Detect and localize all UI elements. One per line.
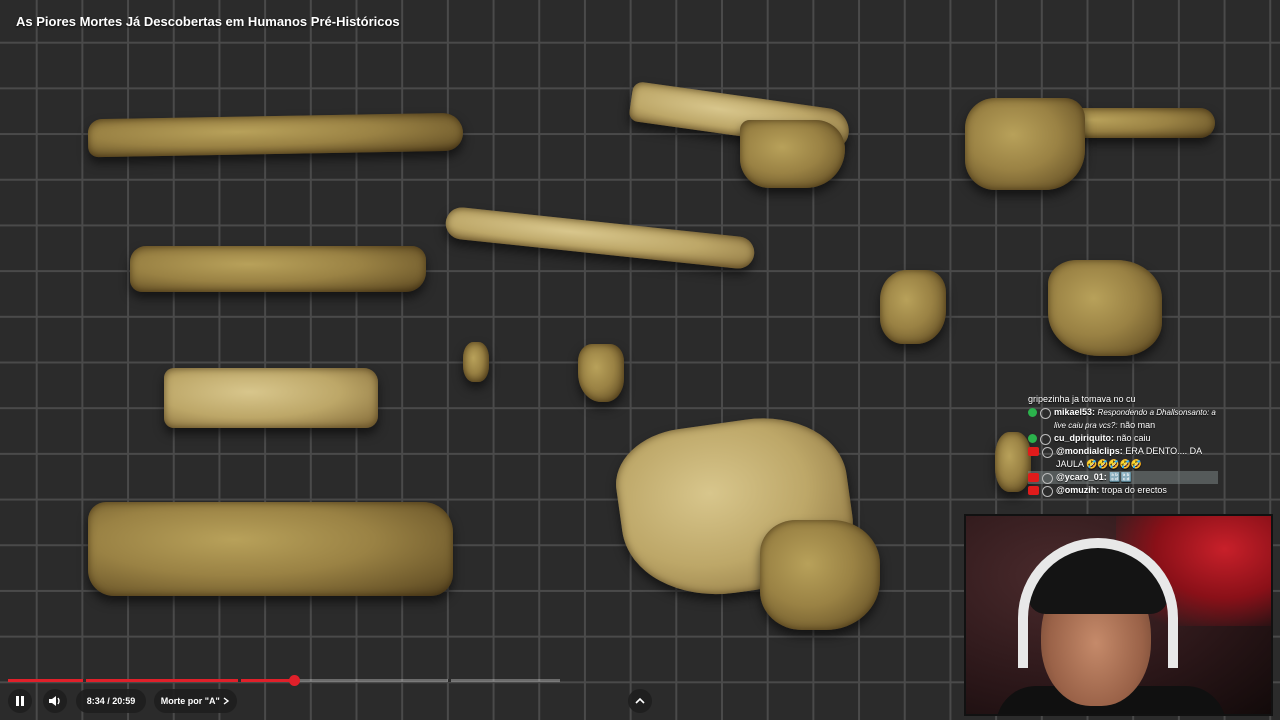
time-separator: / xyxy=(107,696,110,706)
pause-icon xyxy=(16,696,24,706)
youtube-icon xyxy=(1028,473,1039,482)
fossil-bone xyxy=(740,120,845,188)
time-current: 8:34 xyxy=(86,696,105,706)
avatar xyxy=(1042,447,1053,458)
chat-username: @omuzih: xyxy=(1056,485,1100,495)
live-chat: gripezinha ja tomava no cu mikael53: Res… xyxy=(1028,393,1218,513)
avatar xyxy=(1042,473,1053,484)
subscriber-badge-icon xyxy=(1028,434,1037,443)
chat-message: @omuzih: tropa do erectos xyxy=(1028,484,1218,497)
expand-button[interactable] xyxy=(628,689,652,713)
chat-username: @mondialclips: xyxy=(1056,446,1123,456)
person-icon xyxy=(1040,434,1051,445)
progress-bar[interactable] xyxy=(8,675,560,686)
chapter-marker xyxy=(83,679,86,682)
pause-button[interactable] xyxy=(8,689,32,713)
chevron-up-icon xyxy=(635,697,645,704)
progress-scrubber[interactable] xyxy=(289,675,300,686)
time-total: 20:59 xyxy=(112,696,136,706)
chapter-label: Morte por "A" xyxy=(160,696,220,706)
chat-username: mikael53: xyxy=(1054,407,1096,417)
subscriber-badge-icon xyxy=(1028,408,1037,417)
streamer-webcam xyxy=(964,514,1273,716)
video-title: As Piores Mortes Já Descobertas em Human… xyxy=(16,14,400,29)
fossil-bone xyxy=(88,502,453,596)
chat-text: tropa do erectos xyxy=(1101,485,1167,495)
chapter-marker xyxy=(448,679,451,682)
chapter-button[interactable]: Morte por "A" xyxy=(154,689,237,713)
youtube-icon xyxy=(1028,447,1039,456)
fossil-bone xyxy=(760,520,880,630)
chat-message: @ycaro_01: 🔡🔡 xyxy=(1028,471,1218,484)
chat-text: não man xyxy=(1120,420,1156,430)
volume-icon xyxy=(49,696,60,706)
progress-played xyxy=(8,679,294,682)
avatar xyxy=(1042,486,1053,497)
chat-text: não caiu xyxy=(1116,433,1151,443)
fossil-bone xyxy=(130,246,426,292)
person-icon xyxy=(1040,408,1051,419)
fossil-bone xyxy=(995,432,1031,492)
fossil-bone xyxy=(87,112,464,158)
chapter-marker xyxy=(238,679,241,682)
chevron-right-icon xyxy=(223,697,230,705)
fossil-bone xyxy=(880,270,946,344)
time-display: 8:34 / 20:59 xyxy=(76,689,146,713)
volume-button[interactable] xyxy=(43,689,67,713)
chat-message: cu_dpiriquito: não caiu xyxy=(1028,432,1218,445)
fossil-bone xyxy=(1048,260,1162,356)
fossil-bone xyxy=(463,342,489,382)
fossil-bone xyxy=(965,98,1085,190)
chat-message: mikael53: Respondendo a Dhallsonsanto: a… xyxy=(1028,406,1218,432)
chat-username: @ycaro_01: xyxy=(1056,472,1107,482)
chat-text: gripezinha ja tomava no cu xyxy=(1028,394,1136,404)
chat-username: cu_dpiriquito: xyxy=(1054,433,1114,443)
fossil-bone xyxy=(164,368,378,428)
youtube-icon xyxy=(1028,486,1039,495)
chat-message: @mondialclips: ERA DENTO.... DA JAULA 🤣🤣… xyxy=(1028,445,1218,471)
fossil-bone xyxy=(444,205,756,271)
chat-message: gripezinha ja tomava no cu xyxy=(1028,393,1218,406)
fossil-bone xyxy=(578,344,624,402)
chat-text: 🔡🔡 xyxy=(1109,472,1132,482)
